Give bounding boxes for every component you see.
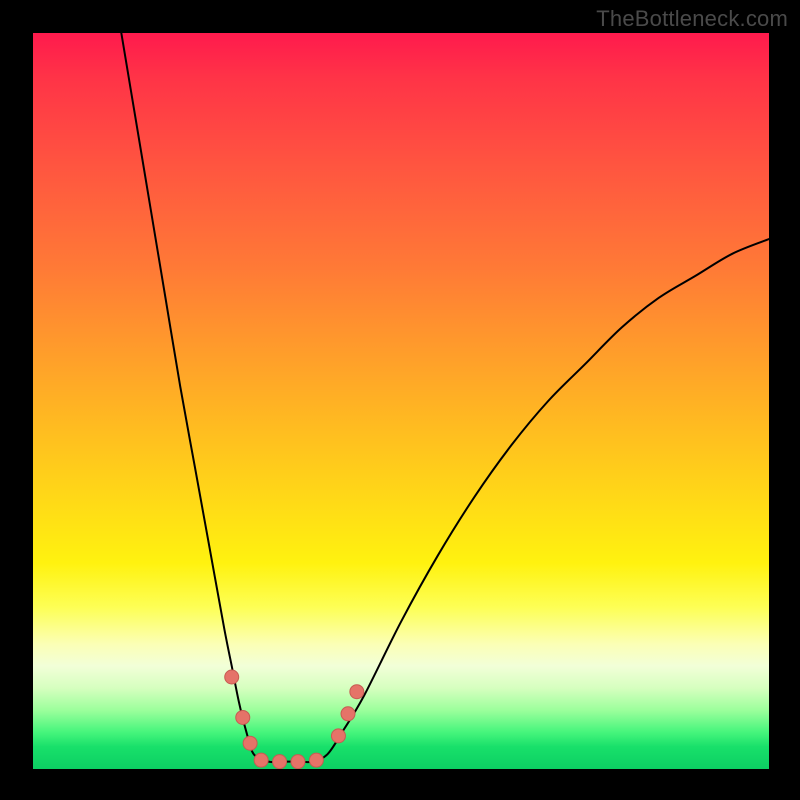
data-marker-right-mid bbox=[341, 707, 355, 721]
data-marker-left-mid bbox=[236, 710, 250, 724]
outer-frame: TheBottleneck.com bbox=[0, 0, 800, 800]
data-marker-floor-a bbox=[254, 753, 268, 767]
data-marker-right-lower bbox=[331, 729, 345, 743]
data-marker-left-upper bbox=[225, 670, 239, 684]
watermark-text: TheBottleneck.com bbox=[596, 6, 788, 32]
data-marker-floor-b bbox=[273, 755, 287, 769]
data-marker-floor-c bbox=[291, 755, 305, 769]
bottleneck-curve-chart bbox=[33, 33, 769, 769]
plot-area bbox=[33, 33, 769, 769]
data-marker-left-lower bbox=[243, 736, 257, 750]
data-marker-right-upper bbox=[350, 685, 364, 699]
bottleneck-curve bbox=[121, 33, 769, 762]
curve-group bbox=[121, 33, 769, 762]
data-marker-floor-d bbox=[309, 753, 323, 767]
marker-group bbox=[225, 670, 364, 769]
